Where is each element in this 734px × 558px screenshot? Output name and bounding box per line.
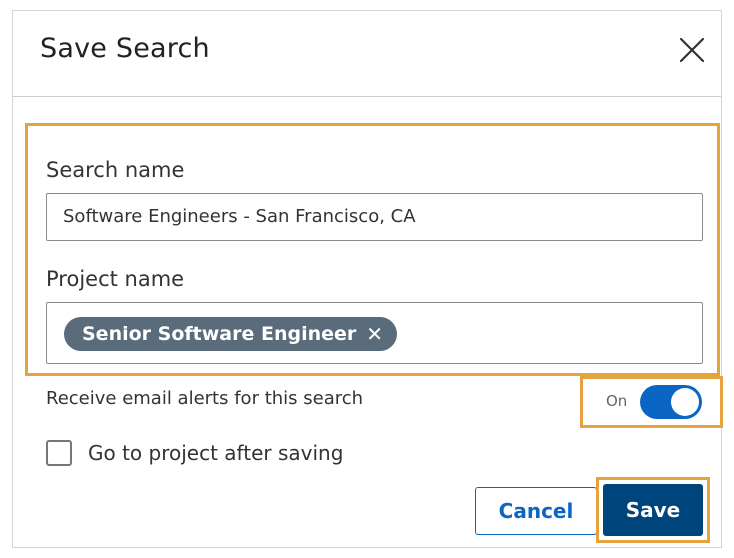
goto-project-checkbox[interactable] xyxy=(46,440,72,466)
close-icon xyxy=(679,37,705,63)
dialog-header: Save Search xyxy=(13,11,721,97)
dialog-title: Save Search xyxy=(40,33,210,64)
highlight-save-box xyxy=(596,477,710,543)
email-alerts-label: Receive email alerts for this search xyxy=(46,388,364,409)
goto-project-label: Go to project after saving xyxy=(88,441,344,465)
highlight-form-box xyxy=(25,123,720,376)
close-button[interactable] xyxy=(675,33,709,67)
highlight-toggle-box xyxy=(580,376,723,428)
cancel-button[interactable]: Cancel xyxy=(475,487,597,535)
